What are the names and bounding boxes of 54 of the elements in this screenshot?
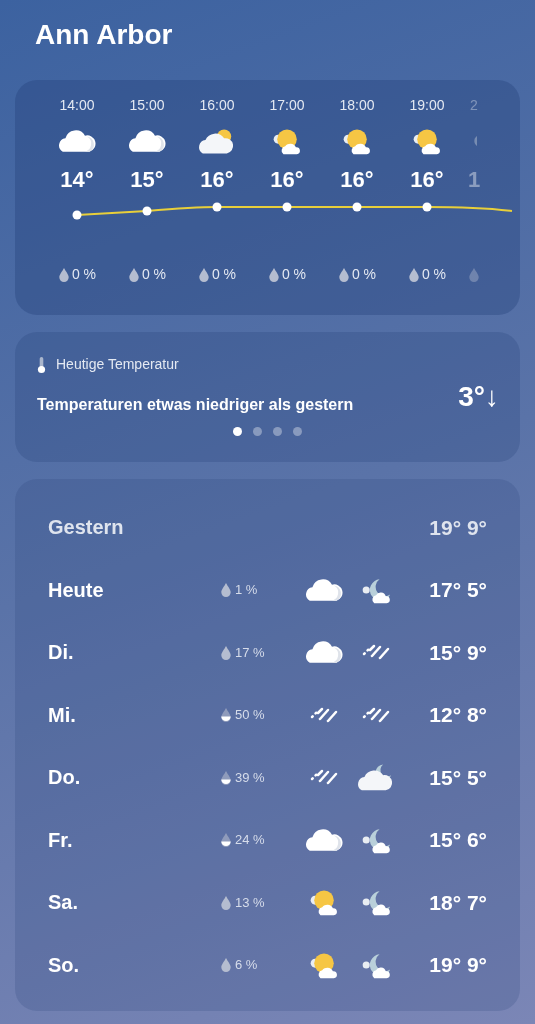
- precipitation-chance: 0 %: [141, 265, 167, 284]
- city-title: Ann Arbor: [34, 18, 174, 52]
- day-label: Heute: [48, 577, 105, 603]
- hour-label: 18:00: [339, 96, 375, 114]
- high-low-temperature: 15° 6°: [428, 827, 487, 853]
- precipitation-chance: 13 %: [235, 893, 265, 912]
- moon-icon: [471, 135, 477, 147]
- hour-temperature: 15°: [130, 166, 164, 194]
- precipitation-chance: 6 %: [235, 956, 258, 974]
- precipitation-chance: 17 %: [235, 643, 265, 662]
- hour-temperature: 16°: [340, 166, 374, 194]
- raindrop-icon: [468, 267, 480, 282]
- hour-label: 2: [470, 96, 478, 114]
- precipitation-chance: 39 %: [235, 768, 265, 787]
- rain-icon: [310, 769, 338, 786]
- rain-icon: [362, 706, 390, 723]
- day-label: Do.: [48, 765, 82, 791]
- hour-temperature: 16°: [410, 166, 444, 194]
- hour-label: 15:00: [129, 96, 165, 114]
- hour-label: 17:00: [269, 96, 305, 114]
- thermometer-icon: [37, 355, 46, 374]
- hour-temperature: 16°: [200, 166, 234, 194]
- hour-label: 14:00: [59, 96, 95, 114]
- hour-temperature: 16°: [270, 166, 304, 194]
- precipitation-chance: 0 %: [71, 265, 97, 284]
- precipitation-chance: 1 %: [235, 581, 258, 599]
- precipitation-chance: 0 %: [351, 265, 377, 284]
- precipitation-chance: 0 %: [211, 265, 237, 284]
- hour-label: 16:00: [199, 96, 235, 114]
- hour-label: 19:00: [409, 96, 445, 114]
- rain-icon: [310, 706, 338, 723]
- day-label: Di.: [48, 640, 75, 666]
- insight-label: Heutige Temperatur: [56, 355, 179, 374]
- hour-temperature: 1: [467, 166, 481, 194]
- insight-text: Temperaturen etwas niedriger als gestern: [37, 395, 354, 415]
- precipitation-chance: 50 %: [235, 706, 265, 724]
- high-low-temperature: 17° 5°: [428, 577, 487, 603]
- day-label: Mi.: [48, 702, 77, 728]
- precipitation-chance: 0 %: [281, 265, 307, 284]
- hour-temperature: 14°: [60, 166, 94, 194]
- high-low-temperature: 12° 8°: [428, 702, 487, 728]
- precipitation-chance: 24 %: [235, 831, 265, 849]
- temperature-delta: 3°↓: [458, 381, 499, 413]
- high-low-temperature: 15° 5°: [428, 764, 487, 791]
- rain-icon: [362, 644, 390, 661]
- day-label: Gestern: [48, 515, 125, 541]
- high-low-temperature: 19° 9°: [428, 952, 487, 978]
- day-label: Fr.: [48, 827, 74, 853]
- day-label: Sa.: [48, 890, 80, 916]
- high-low-temperature: 18° 7°: [428, 889, 487, 916]
- precipitation-chance: 0 %: [421, 265, 447, 284]
- high-low-temperature: 19° 9°: [428, 514, 487, 541]
- high-low-temperature: 15° 9°: [428, 639, 487, 666]
- day-label: So.: [48, 952, 81, 978]
